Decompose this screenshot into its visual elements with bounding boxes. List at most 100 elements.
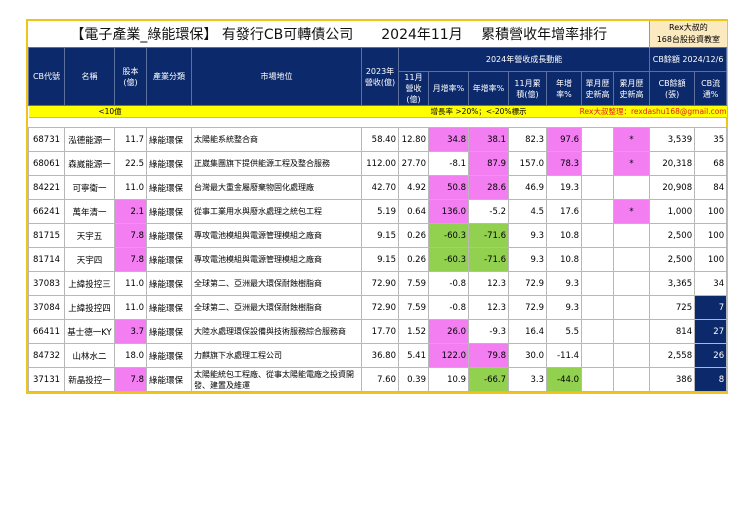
nov-revenue-cell: 12.80 — [398, 127, 429, 152]
cumulative-record-high-cell — [612, 271, 651, 296]
nov-revenue-cell: 27.70 — [398, 151, 429, 176]
nov-revenue-cell: 7.59 — [398, 271, 429, 296]
cb-code-cell: 66411 — [28, 319, 65, 344]
cb-float-pct-cell: 100 — [694, 247, 728, 272]
industry-cell: 綠能環保 — [146, 247, 192, 272]
cb-revenue-table-sheet: 【電子產業_綠能環保】 有發行CB可轉債公司 2024年11月 累積營收年增率排… — [26, 19, 728, 394]
cb-balance-cell: 20,318 — [649, 151, 696, 176]
industry-cell: 綠能環保 — [146, 223, 192, 248]
company-name-cell: 上緯投控三 — [64, 271, 115, 296]
month-record-high-cell — [581, 367, 614, 392]
month-record-high-cell — [581, 223, 614, 248]
cumulative-record-high-cell: * — [612, 151, 651, 176]
nov-revenue-cell: 4.92 — [398, 175, 429, 200]
cb-float-pct-cell: 8 — [694, 367, 728, 392]
industry-cell: 綠能環保 — [146, 295, 192, 320]
mom-growth-cell: -60.3 — [428, 247, 469, 272]
cb-balance-cell: 2,558 — [649, 343, 696, 368]
month-record-high-cell — [581, 271, 614, 296]
table-row: 68731 泓德能源一 11.7 綠能環保 太陽能系統整合商 58.40 12.80 34.8… — [28, 127, 728, 152]
cb-code-cell: 84221 — [28, 175, 65, 200]
yoy-growth-cell: -9.3 — [468, 319, 509, 344]
header-group-2024: 2024年營收成長動能 — [397, 47, 651, 72]
legend-small-cap: <10億 — [28, 105, 192, 118]
month-record-high-cell — [581, 199, 614, 224]
industry-cell: 綠能環保 — [146, 343, 192, 368]
mom-growth-cell: -0.8 — [428, 295, 469, 320]
nov-cumulative-cell: 16.4 — [508, 319, 547, 344]
market-position-cell: 太陽能統包工程廠、從事太陽能電廠之投資開發、建置及維運 — [191, 367, 362, 392]
mom-growth-cell: 50.8 — [428, 175, 469, 200]
cumulative-record-high-cell: * — [612, 127, 651, 152]
company-name-cell: 泓德能源一 — [64, 127, 115, 152]
month-record-high-cell — [581, 343, 614, 368]
capital-cell: 22.5 — [114, 151, 147, 176]
market-position-cell: 專攻電池模組與電源管理模組之廠商 — [191, 247, 362, 272]
cumulative-yoy-cell: 78.3 — [546, 151, 582, 176]
cb-float-pct-cell: 26 — [694, 343, 728, 368]
cb-balance-cell: 814 — [649, 319, 696, 344]
market-position-cell: 從事工業用水與廢水處理之統包工程 — [191, 199, 362, 224]
company-name-cell: 基士德一KY — [64, 319, 115, 344]
cb-balance-cell: 2,500 — [649, 223, 696, 248]
industry-cell: 綠能環保 — [146, 151, 192, 176]
revenue-2023-cell: 72.90 — [361, 295, 399, 320]
cumulative-yoy-cell: -44.0 — [546, 367, 582, 392]
industry-cell: 綠能環保 — [146, 199, 192, 224]
cumulative-yoy-cell: 9.3 — [546, 295, 582, 320]
cb-code-cell: 81714 — [28, 247, 65, 272]
yoy-growth-cell: 12.3 — [468, 295, 509, 320]
revenue-2023-cell: 36.80 — [361, 343, 399, 368]
legend-rule: 增長率 >20%；<-20%標示 — [191, 105, 547, 118]
rex-badge-line2: 168台股投資教室 — [656, 35, 720, 44]
table-row: 84221 可寧衛一 11.0 綠能環保 台灣最大重金屬廢棄物固化處理廠 42.70 4.9… — [28, 175, 728, 200]
mom-growth-cell: -0.8 — [428, 271, 469, 296]
capital-cell: 2.1 — [114, 199, 147, 224]
header-nov-rev: 11月營收(億) — [398, 71, 429, 106]
industry-cell: 綠能環保 — [146, 319, 192, 344]
company-name-cell: 新晶投控一 — [64, 367, 115, 392]
yoy-growth-cell: 28.6 — [468, 175, 509, 200]
yoy-growth-cell: -66.7 — [468, 367, 509, 392]
cb-code-cell: 66241 — [28, 199, 65, 224]
header-name: 名稱 — [64, 47, 115, 106]
nov-revenue-cell: 0.64 — [398, 199, 429, 224]
cumulative-yoy-cell: 9.3 — [546, 271, 582, 296]
cumulative-yoy-cell: 10.8 — [546, 247, 582, 272]
market-position-cell: 全球第二、亞洲最大環保耐蝕樹脂商 — [191, 271, 362, 296]
header-month-high: 單月歷史新高 — [581, 71, 614, 106]
revenue-2023-cell: 58.40 — [361, 127, 399, 152]
header-nov-cum: 11月累積(億) — [508, 71, 547, 106]
yoy-growth-cell: -71.6 — [468, 247, 509, 272]
cumulative-record-high-cell — [612, 247, 651, 272]
cumulative-record-high-cell — [612, 343, 651, 368]
cb-balance-cell: 20,908 — [649, 175, 696, 200]
cumulative-record-high-cell — [612, 319, 651, 344]
cb-float-pct-cell: 34 — [694, 271, 728, 296]
sheet-title: 【電子產業_綠能環保】 有發行CB可轉債公司 2024年11月 累積營收年增率排… — [28, 21, 651, 48]
month-record-high-cell — [581, 247, 614, 272]
table-row: 81715 天宇五 7.8 綠能環保 專攻電池模組與電源管理模組之廠商 9.15 0.26-… — [28, 223, 728, 248]
nov-cumulative-cell: 9.3 — [508, 223, 547, 248]
capital-cell: 7.8 — [114, 247, 147, 272]
company-name-cell: 天宇五 — [64, 223, 115, 248]
cb-float-pct-cell: 100 — [694, 223, 728, 248]
cumulative-yoy-cell: 17.6 — [546, 199, 582, 224]
capital-cell: 3.7 — [114, 319, 147, 344]
cb-float-pct-cell: 35 — [694, 127, 728, 152]
cb-float-pct-cell: 100 — [694, 199, 728, 224]
month-record-high-cell — [581, 175, 614, 200]
nov-cumulative-cell: 30.0 — [508, 343, 547, 368]
cb-code-cell: 84732 — [28, 343, 65, 368]
revenue-2023-cell: 72.90 — [361, 271, 399, 296]
market-position-cell: 力麒旗下水處理工程公司 — [191, 343, 362, 368]
nov-cumulative-cell: 9.3 — [508, 247, 547, 272]
cb-float-pct-cell: 84 — [694, 175, 728, 200]
legend-credit: Rex大叔整理：rexdashu168@gmail.com — [546, 105, 727, 118]
cb-code-cell: 37084 — [28, 295, 65, 320]
cb-float-pct-cell: 68 — [694, 151, 728, 176]
mom-growth-cell: 10.9 — [428, 367, 469, 392]
cumulative-yoy-cell: 5.5 — [546, 319, 582, 344]
cb-balance-cell: 3,539 — [649, 127, 696, 152]
header-industry: 產業分類 — [146, 47, 192, 106]
